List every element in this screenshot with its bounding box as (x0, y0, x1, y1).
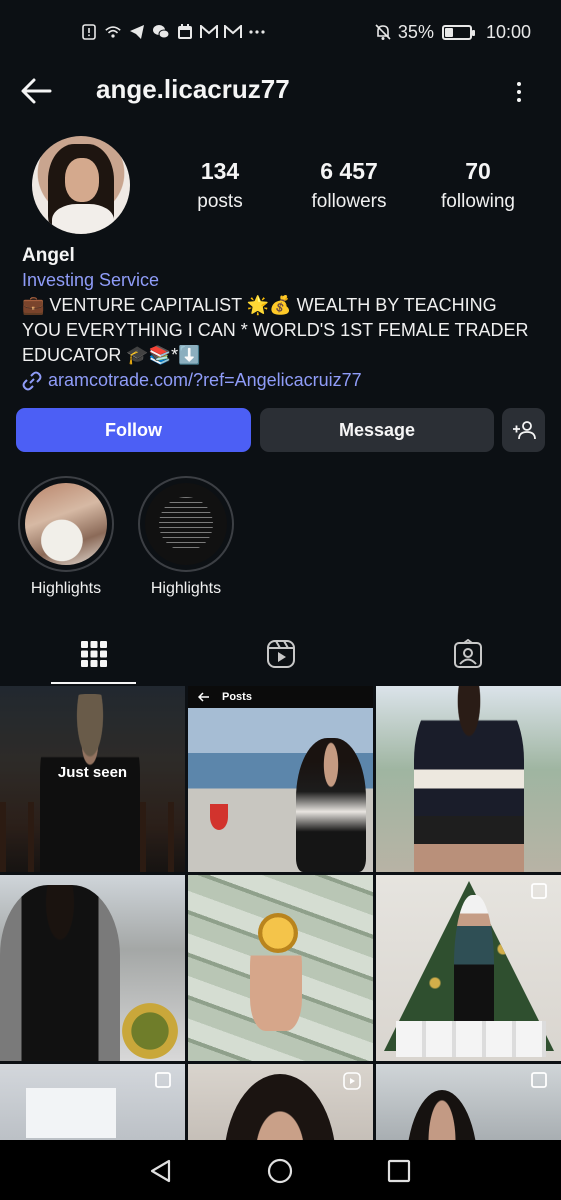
add-person-icon (512, 421, 536, 440)
profile-stats: 134 posts 6 457 followers 70 following (160, 158, 560, 218)
gmail-icon (224, 23, 242, 41)
profile-category[interactable]: Investing Service (22, 268, 542, 293)
system-nav-bar (0, 1140, 561, 1200)
mute-icon (374, 23, 392, 41)
post-thumbnail-title: Posts (222, 691, 252, 703)
stat-following[interactable]: 70 following (428, 158, 528, 213)
telegram-icon (128, 23, 146, 41)
back-triangle-icon[interactable] (146, 1156, 176, 1186)
highlight-label: Highlights (150, 580, 222, 597)
bio-link-text[interactable]: aramcotrade.com/?ref=Angelicacruiz77 (48, 368, 362, 393)
posts-grid: Just seen Posts (0, 686, 561, 1140)
stat-posts-value: 134 (200, 158, 240, 184)
post-thumbnail-header: Posts (188, 686, 373, 708)
battery-percent: 35% (397, 21, 434, 42)
more-dots-icon (248, 23, 266, 41)
reels-icon (266, 640, 295, 668)
profile-name: Angel (22, 245, 75, 266)
post-thumbnail[interactable] (0, 1064, 185, 1140)
add-person-button[interactable] (502, 408, 545, 452)
stat-posts[interactable]: 134 posts (170, 158, 270, 213)
highlight-thumbnail (145, 483, 227, 565)
post-thumbnail[interactable] (0, 875, 185, 1061)
message-button[interactable]: Message (260, 408, 494, 452)
profile-tabs (0, 624, 561, 684)
stat-posts-label: posts (197, 191, 243, 212)
stat-following-label: following (441, 191, 515, 212)
stat-following-value: 70 (465, 158, 491, 184)
grid-icon (80, 641, 107, 667)
stat-followers-value: 6 457 (320, 158, 378, 184)
post-thumbnail[interactable] (188, 1064, 373, 1140)
post-thumbnail[interactable] (376, 875, 561, 1061)
profile-bio: Angel Investing Service 💼 VENTURE CAPITA… (22, 243, 542, 393)
status-system-icons: 35% 10:00 (374, 22, 531, 43)
wifi-icon (104, 23, 122, 41)
gmail-icon (200, 23, 218, 41)
calendar-icon (176, 23, 194, 41)
reel-icon (343, 1072, 361, 1090)
status-notification-icons (80, 23, 266, 41)
tab-tagged[interactable] (374, 624, 561, 684)
follow-button[interactable]: Follow (16, 408, 251, 452)
post-thumbnail[interactable] (376, 1064, 561, 1140)
carousel-icon (531, 883, 547, 899)
highlight-item[interactable]: Highlights (136, 476, 236, 598)
clock: 10:00 (485, 21, 531, 42)
highlight-label: Highlights (30, 580, 102, 597)
arrow-left-icon[interactable] (20, 77, 54, 105)
profile-username: ange.licacruz77 (96, 74, 290, 104)
profile-header: ange.licacruz77 (0, 64, 561, 118)
kebab-menu-icon[interactable] (504, 77, 534, 107)
stat-followers[interactable]: 6 457 followers (294, 158, 404, 213)
bio-link[interactable]: aramcotrade.com/?ref=Angelicacruiz77 (22, 368, 542, 393)
recents-square-icon[interactable] (384, 1156, 414, 1186)
wechat-icon (152, 23, 170, 41)
post-thumbnail[interactable]: Posts (188, 686, 373, 872)
tab-reels[interactable] (187, 624, 374, 684)
profile-actions: Follow Message (16, 408, 546, 452)
carousel-icon (531, 1072, 547, 1088)
active-tab-indicator (51, 682, 136, 684)
post-thumbnail[interactable] (376, 686, 561, 872)
just-seen-label: Just seen (57, 764, 128, 781)
highlight-thumbnail (25, 483, 107, 565)
link-icon (22, 371, 42, 390)
arrow-left-icon (198, 692, 209, 702)
story-highlights: Highlights Highlights (16, 476, 536, 606)
alert-icon (80, 23, 98, 41)
home-circle-icon[interactable] (265, 1156, 295, 1186)
tab-posts-grid[interactable] (0, 624, 187, 684)
stat-followers-label: followers (311, 191, 387, 212)
avatar[interactable] (32, 136, 130, 234)
post-thumbnail[interactable] (188, 875, 373, 1061)
post-thumbnail[interactable]: Just seen (0, 686, 185, 872)
bio-text: 💼 VENTURE CAPITALIST 🌟💰 WEALTH BY TEACHI… (22, 295, 529, 365)
battery-icon (441, 24, 475, 40)
battery-level (444, 27, 454, 37)
status-bar: 35% 10:00 (0, 0, 561, 64)
tagged-icon (453, 639, 482, 668)
highlight-item[interactable]: Highlights (16, 476, 116, 598)
carousel-icon (155, 1072, 171, 1088)
